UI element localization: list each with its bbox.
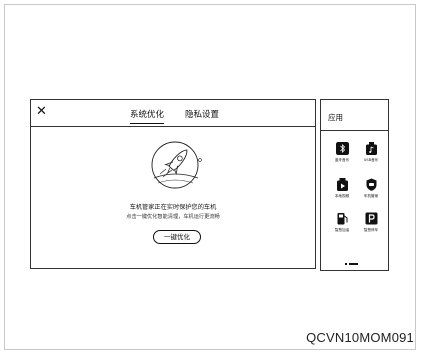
vehicle-manager-icon (366, 178, 376, 191)
tab-privacy-settings[interactable]: 隐私设置 (185, 108, 219, 120)
rocket-icon (151, 141, 202, 189)
apps-panel: 应用 蓝牙音乐 USB音乐 本地视频 车机管家 智慧加油 智慧停车 (320, 99, 389, 271)
local-video-icon (336, 178, 348, 191)
app-usb-music[interactable]: USB音乐 (356, 142, 386, 163)
optimize-hint-text: 点击一键优化智能清理，车机运行更流畅 (126, 214, 220, 220)
app-smart-fuel[interactable]: 智慧加油 (327, 212, 357, 233)
app-label: 蓝牙音乐 (334, 158, 350, 162)
one-click-optimize-button[interactable]: 一键优化 (153, 230, 201, 244)
app-label: 智慧停车 (363, 228, 379, 232)
app-local-video[interactable]: 本地视频 (327, 178, 357, 199)
dialog-divider (31, 126, 315, 127)
apps-panel-title: 应用 (328, 113, 343, 122)
image-code-label: QCVN10MOM091 (306, 330, 414, 345)
page-indicator-active (349, 263, 358, 265)
usb-music-icon (365, 142, 377, 155)
app-label: USB音乐 (363, 158, 379, 162)
app-label: 车机管家 (363, 194, 379, 198)
protection-status-text: 车机管家正在实时保护您的车机 (129, 204, 217, 211)
dialog-tabs: 系统优化 隐私设置 (31, 108, 315, 124)
app-bluetooth-music[interactable]: 蓝牙音乐 (327, 142, 357, 163)
app-label: 智慧加油 (334, 228, 350, 232)
car-manager-dialog: ✕ 系统优化 隐私设置 车机管家正在实时保护您的车机 点击一键优化智能清理，车机… (30, 99, 316, 269)
tab-system-optimization[interactable]: 系统优化 (130, 108, 165, 124)
app-smart-parking[interactable]: 智慧停车 (356, 212, 386, 233)
parking-icon (365, 212, 377, 225)
page-indicator-dot (345, 263, 347, 265)
app-vehicle-manager[interactable]: 车机管家 (356, 178, 386, 199)
bluetooth-music-icon (335, 142, 349, 155)
app-label: 本地视频 (334, 194, 350, 198)
fuel-icon (337, 213, 347, 225)
apps-divider (321, 130, 388, 131)
